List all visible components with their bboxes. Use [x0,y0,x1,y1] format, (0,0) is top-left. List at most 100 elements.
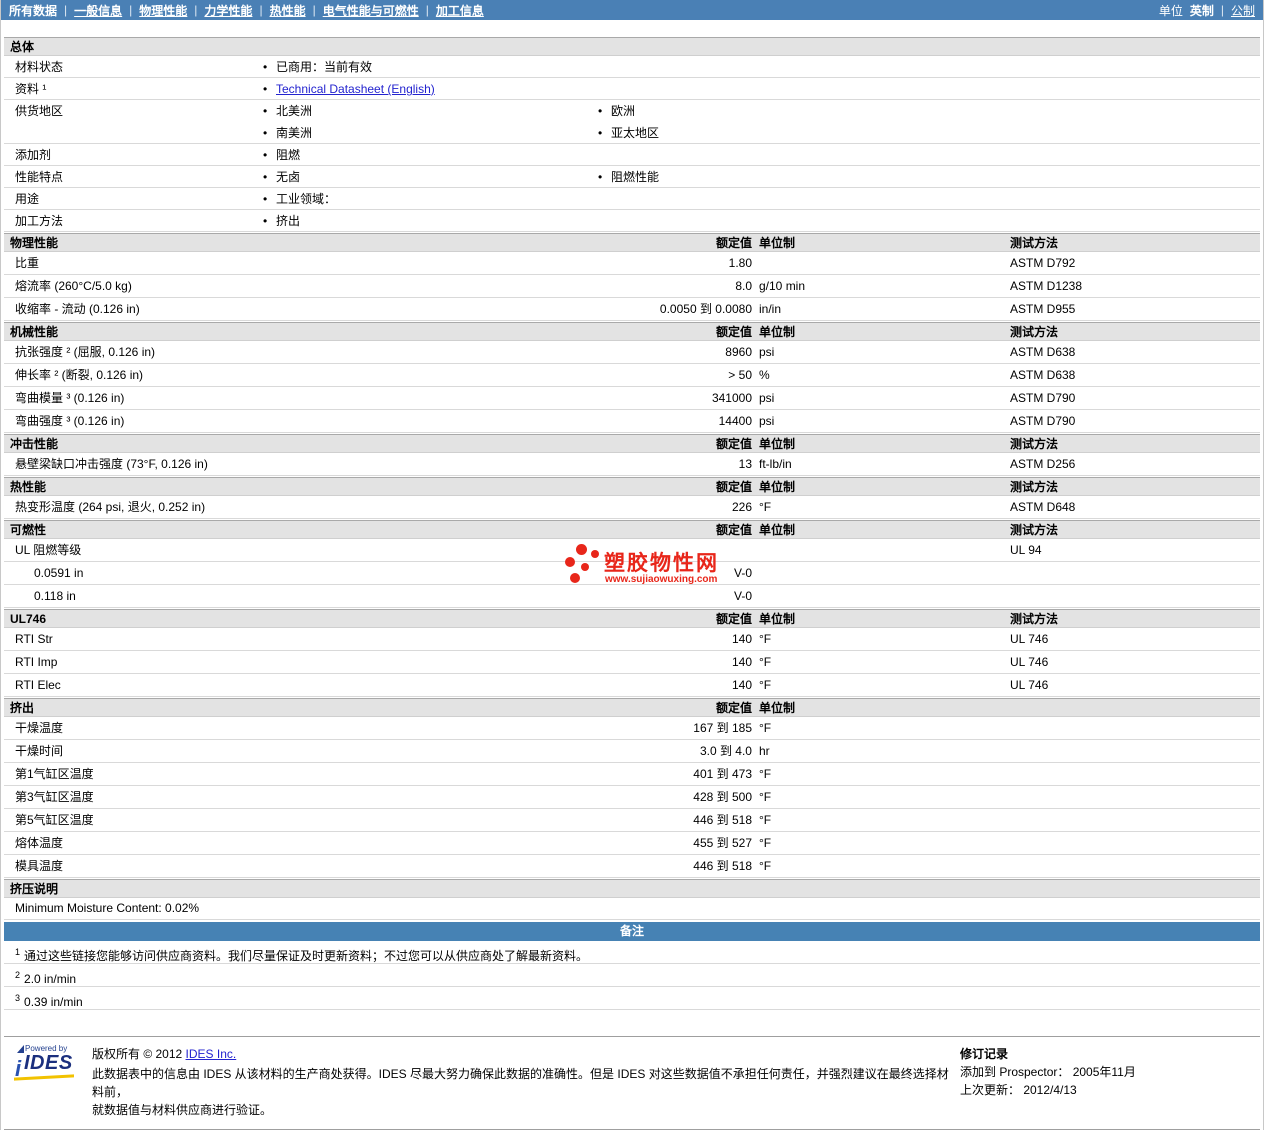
column-header-method: 测试方法 [1010,523,1059,537]
property-unit: °F [759,632,772,646]
feature-value: 无卤 [276,170,301,184]
availability-item: • 南美洲 [263,122,312,144]
property-row: 第5气缸区温度 446 到 518 °F [4,809,1260,832]
revision-updated: 上次更新： 2012/4/13 [960,1083,1077,1097]
availability-value: 北美洲 [276,104,313,118]
row-label: 性能特点 [15,170,64,184]
row-value: • 阻燃 [263,144,300,166]
property-row: 弯曲模量 ³ (0.126 in) 341000 psi ASTM D790 [4,387,1260,410]
ides-inc-link[interactable]: IDES Inc. [186,1047,237,1061]
nav-separator: | [259,3,263,17]
section-title: 可燃性 [10,523,47,537]
section-header-flammability: 可燃性 额定值 单位制 测试方法 [4,520,1260,539]
nav-item-electrical-flammability[interactable]: 电气性能与可燃性 [323,2,419,19]
property-name: 弯曲强度 ³ (0.126 in) [15,414,125,428]
section-header-thermal: 热性能 额定值 单位制 测试方法 [4,477,1260,496]
property-value: 140 [731,655,752,669]
copyright-block: 版权所有 © 2012 IDES Inc. 此数据表中的信息由 IDES 从该材… [92,1044,960,1119]
property-value: 13 [738,457,752,471]
feature-item: • 阻燃性能 [598,166,659,188]
property-unit: °F [759,678,772,692]
property-row: 收缩率 - 流动 (0.126 in) 0.0050 到 0.0080 in/i… [4,298,1260,321]
test-method: ASTM D638 [1010,345,1076,359]
column-header-method: 测试方法 [1010,325,1059,339]
extrusion-note-row: Minimum Moisture Content: 0.02% [4,898,1260,920]
section-title: 冲击性能 [10,437,59,451]
property-row: 干燥温度 167 到 185 °F [4,717,1260,740]
nav-item-physical[interactable]: 物理性能 [139,2,187,19]
column-header-unit: 单位制 [759,701,796,715]
unit-english-selected[interactable]: 英制 [1190,2,1214,19]
general-row-documents: 资料 ¹ • Technical Datasheet (English) [4,78,1260,100]
property-value: 140 [731,678,752,692]
property-name: 干燥时间 [15,744,64,758]
general-row-additives: 添加剂 • 阻燃 [4,144,1260,166]
property-name: 干燥温度 [15,721,64,735]
nav-item-mechanical[interactable]: 力学性能 [204,2,252,19]
column-header-unit: 单位制 [759,612,796,626]
property-unit: °F [759,859,772,873]
revision-history: 修订记录 添加到 Prospector： 2005年11月 上次更新： 2012… [960,1044,1252,1119]
general-row-processing-method: 加工方法 • 挤出 [4,210,1260,232]
property-name: RTI Elec [15,678,61,692]
property-row: 熔流率 (260°C/5.0 kg) 8.0 g/10 min ASTM D12… [4,275,1260,298]
property-row: RTI Elec 140 °F UL 746 [4,674,1260,697]
property-unit: in/in [759,302,782,316]
property-name: 熔体温度 [15,836,64,850]
column-header-value: 额定值 [715,480,752,494]
nav-links: 所有数据 | 一般信息 | 物理性能 | 力学性能 | 热性能 | 电气性能与可… [9,2,484,19]
ides-logo-flag-icon [17,1045,24,1053]
section-header-extrusion: 挤出 额定值 单位制 [4,698,1260,717]
property-row: 熔体温度 455 到 527 °F [4,832,1260,855]
technical-datasheet-link[interactable]: Technical Datasheet (English) [276,82,435,96]
footnote-text: 2.0 in/min [24,972,77,986]
property-name: RTI Imp [15,655,58,669]
column-header-value: 额定值 [715,325,752,339]
footnote-text: 0.39 in/min [24,995,83,1009]
feature-item: • 无卤 [263,166,300,188]
property-name: 抗张强度 ² (屈服, 0.126 in) [15,345,156,359]
test-method: ASTM D790 [1010,414,1076,428]
column-header-value: 额定值 [715,236,752,250]
nav-separator: | [194,3,198,17]
section-title: 物理性能 [10,236,59,250]
availability-value: 亚太地区 [611,126,660,140]
nav-item-general-info[interactable]: 一般信息 [74,2,122,19]
property-value: 167 到 185 [693,721,752,735]
property-name: 第1气缸区温度 [15,767,94,781]
property-name: 模具温度 [15,859,64,873]
test-method: UL 746 [1010,632,1049,646]
property-value: 3.0 到 4.0 [699,744,752,758]
property-unit: g/10 min [759,279,806,293]
row-label: 资料 ¹ [15,82,47,96]
test-method: ASTM D792 [1010,256,1076,270]
nav-item-processing-info[interactable]: 加工信息 [436,2,484,19]
column-header-method: 测试方法 [1010,612,1059,626]
availability-value: 欧洲 [611,104,636,118]
section-header-physical: 物理性能 额定值 单位制 测试方法 [4,233,1260,252]
bullet-icon: • [263,148,268,162]
notes-banner: 备注 [4,922,1260,941]
column-header-value: 额定值 [715,437,752,451]
ides-logo: Powered by i IDES [12,1044,78,1088]
property-unit: psi [759,345,775,359]
property-value: 446 到 518 [693,859,752,873]
column-header-method: 测试方法 [1010,480,1059,494]
property-name: 弯曲模量 ³ (0.126 in) [15,391,125,405]
nav-item-all-data[interactable]: 所有数据 [9,2,57,19]
footnote-marker: 3 [15,993,21,1003]
feature-value: 阻燃性能 [611,170,660,184]
property-unit: psi [759,414,775,428]
property-row: 比重 1.80 ASTM D792 [4,252,1260,275]
footnote-row: 1 通过这些链接您能够访问供应商资料。我们尽量保证及时更新资料；不过您可以从供应商… [4,941,1260,964]
ides-logo-underline [14,1074,74,1081]
unit-metric-link[interactable]: 公制 [1231,2,1255,19]
test-method: ASTM D648 [1010,500,1076,514]
property-unit: % [759,368,770,382]
nav-item-thermal[interactable]: 热性能 [270,2,306,19]
column-header-method: 测试方法 [1010,236,1059,250]
property-value: 8960 [725,345,752,359]
test-method: UL 746 [1010,678,1049,692]
row-label: 供货地区 [15,104,64,118]
column-header-unit: 单位制 [759,236,796,250]
